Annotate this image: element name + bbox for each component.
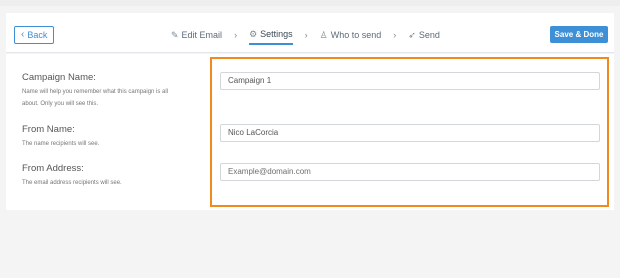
send-icon: ➶	[408, 29, 416, 40]
campaign-name-label: Campaign Name:	[22, 72, 96, 83]
from-address-label: From Address:	[22, 163, 84, 174]
chevron-right-icon: ›	[234, 30, 238, 40]
step-label: Send	[418, 30, 440, 40]
user-icon: ♙	[319, 29, 328, 40]
from-name-label-block: From Name: The name recipients will see.	[22, 124, 172, 150]
edit-icon: ✎	[171, 29, 179, 40]
chevron-right-icon: ›	[304, 30, 308, 40]
from-name-help: The name recipients will see.	[22, 141, 100, 147]
step-label: Edit Email	[181, 30, 223, 40]
from-address-help: The email address recipients will see.	[22, 180, 122, 186]
step-label: Settings	[260, 29, 293, 39]
save-done-button[interactable]: Save & Done	[550, 26, 608, 43]
chevron-right-icon: ›	[393, 30, 397, 40]
campaign-name-input[interactable]: Campaign 1	[220, 72, 600, 90]
step-settings[interactable]: ⚙ Settings	[249, 25, 293, 45]
wizard-steps: ✎ Edit Email › ⚙ Settings › ♙ Who to sen…	[171, 25, 440, 45]
gear-icon: ⚙	[249, 28, 258, 39]
campaign-name-label-block: Campaign Name: Name will help you rememb…	[22, 72, 172, 110]
campaign-name-help: Name will help you remember what this ca…	[22, 89, 169, 107]
step-send[interactable]: ➶ Send	[408, 25, 440, 45]
step-label: Who to send	[330, 30, 382, 40]
from-address-input[interactable]: Example@domain.com	[220, 163, 600, 181]
back-button[interactable]: ‹ Back	[14, 26, 55, 44]
back-label: Back	[27, 30, 48, 40]
step-who-to-send[interactable]: ♙ Who to send	[320, 25, 382, 45]
from-name-label: From Name:	[22, 124, 75, 135]
wizard-toolbar: ‹ Back ✎ Edit Email › ⚙ Settings › ♙ Who…	[6, 13, 614, 53]
from-name-input[interactable]: Nico LaCorcia	[220, 124, 600, 142]
chevron-left-icon: ‹	[21, 29, 25, 40]
top-strip	[0, 0, 620, 6]
from-address-label-block: From Address: The email address recipien…	[22, 163, 172, 189]
step-edit-email[interactable]: ✎ Edit Email	[171, 25, 222, 45]
